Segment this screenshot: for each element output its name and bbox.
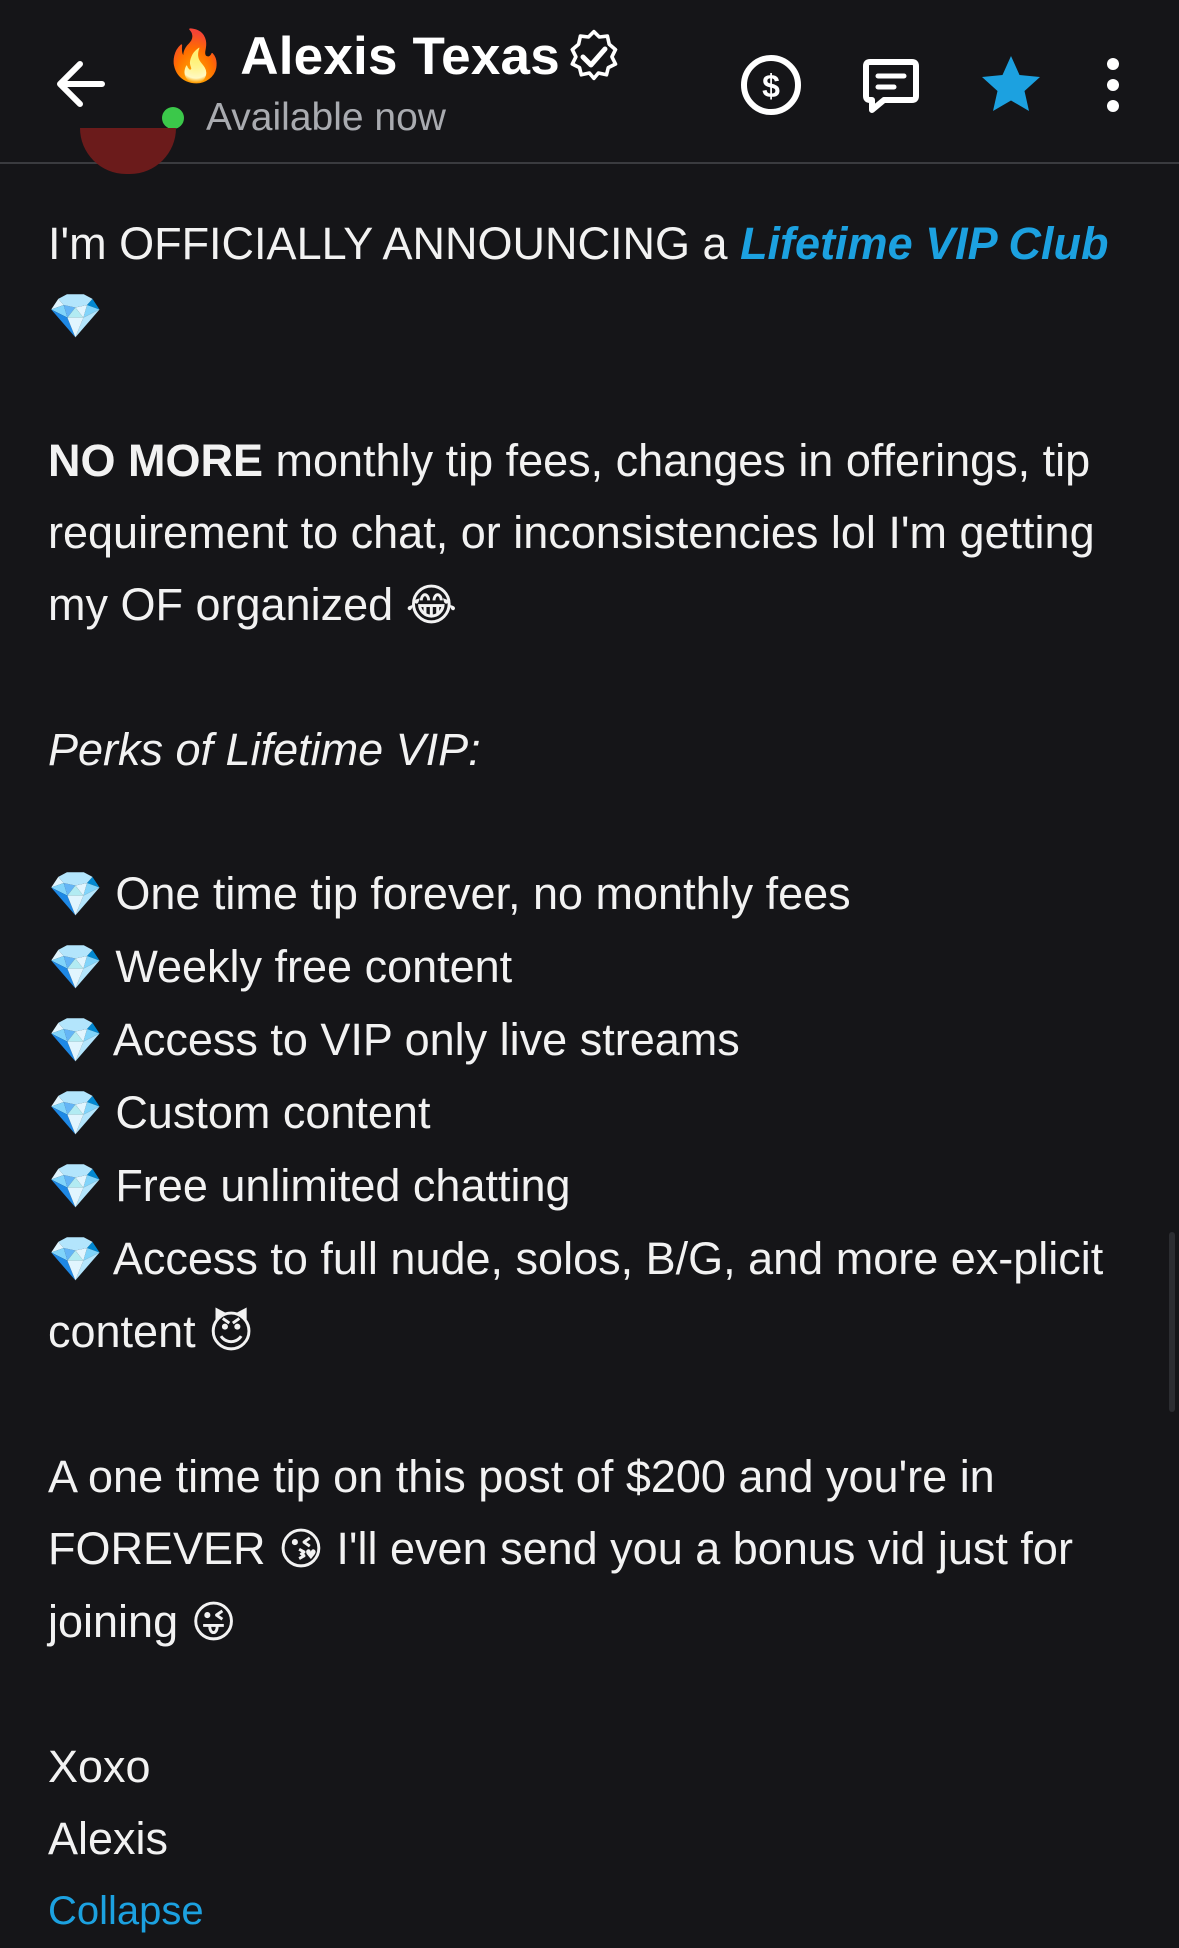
kiss-emoji: 😘 xyxy=(278,1525,324,1574)
chat-header: 🔥 Alexis Texas Available now $ xyxy=(0,0,1179,164)
profile-title-row[interactable]: 🔥 Alexis Texas xyxy=(164,24,622,88)
collapse-button[interactable]: Collapse xyxy=(48,1875,1118,1947)
devil-emoji: 😈 xyxy=(208,1308,255,1357)
more-vertical-icon[interactable] xyxy=(1080,52,1146,118)
list-item: 💎 Access to VIP only live streams xyxy=(48,1014,740,1065)
fire-emoji: 🔥 xyxy=(164,28,227,84)
list-item: 💎 One time tip forever, no monthly fees xyxy=(48,868,851,919)
star-icon[interactable] xyxy=(978,52,1044,118)
svg-text:$: $ xyxy=(762,68,780,104)
list-item: 💎 Access to full nude, solos, B/G, and m… xyxy=(48,1233,1104,1357)
announcement-line: I'm OFFICIALLY ANNOUNCING a Lifetime VIP… xyxy=(48,218,1109,341)
no-more-paragraph: NO MORE monthly tip fees, changes in off… xyxy=(48,435,1095,630)
profile-name[interactable]: Alexis Texas xyxy=(240,26,560,87)
laughing-emoji: 😂 xyxy=(405,581,458,630)
verified-badge-icon xyxy=(570,29,618,81)
wink-tongue-emoji: 😜 xyxy=(190,1598,237,1647)
online-status: Available now xyxy=(162,94,446,142)
tip-offer-paragraph: A one time tip on this post of $200 and … xyxy=(48,1451,1073,1647)
status-text: Available now xyxy=(206,96,446,139)
signoff-name: Alexis xyxy=(48,1813,169,1864)
list-item: 💎 Custom content xyxy=(48,1087,431,1138)
perks-list: 💎 One time tip forever, no monthly fees … xyxy=(48,858,1118,1369)
back-arrow-icon[interactable] xyxy=(50,52,114,116)
dollar-tip-icon[interactable]: $ xyxy=(738,52,804,118)
signoff-xoxo: Xoxo xyxy=(48,1741,151,1792)
post-body: I'm OFFICIALLY ANNOUNCING a Lifetime VIP… xyxy=(48,208,1118,1947)
message-icon[interactable] xyxy=(858,52,924,118)
perks-heading: Perks of Lifetime VIP: xyxy=(48,724,481,775)
list-item: 💎 Weekly free content xyxy=(48,941,513,992)
lifetime-vip-link[interactable]: Lifetime VIP Club xyxy=(740,218,1108,269)
online-dot-icon xyxy=(162,107,184,129)
avatar[interactable] xyxy=(80,128,176,174)
diamond-emoji: 💎 xyxy=(48,292,103,341)
scrollbar[interactable] xyxy=(1169,1232,1175,1412)
list-item: 💎 Free unlimited chatting xyxy=(48,1160,571,1211)
